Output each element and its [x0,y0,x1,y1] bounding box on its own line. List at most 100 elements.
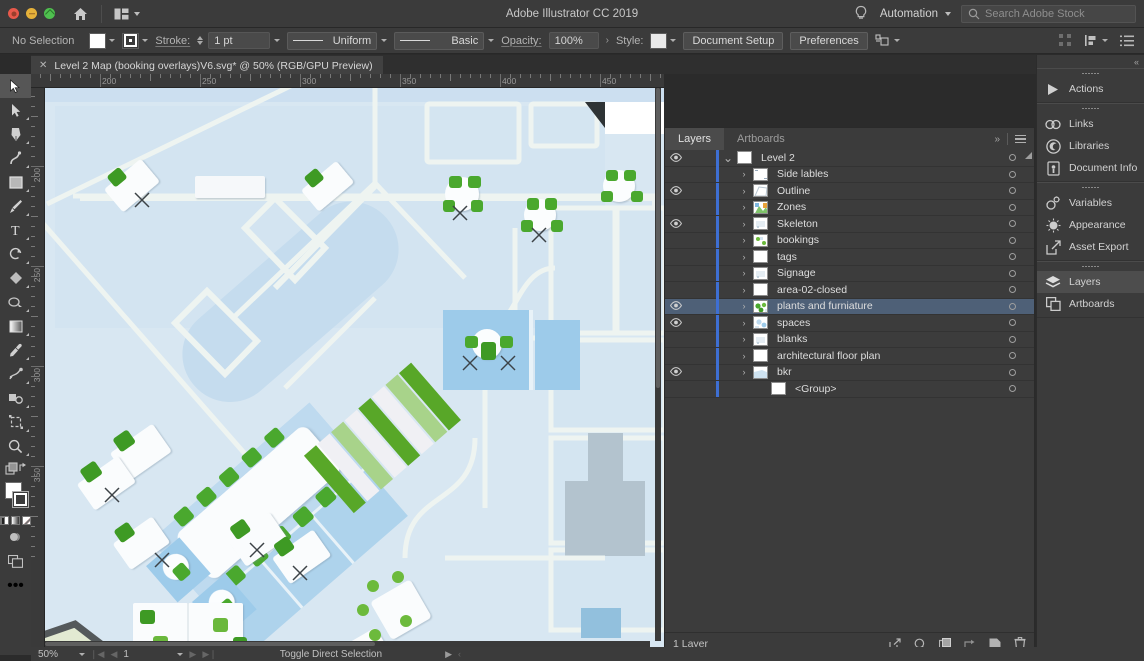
gradient-button[interactable] [11,516,20,525]
tab-layers[interactable]: Layers [665,128,724,150]
artboard-chevron-down-icon[interactable] [177,653,183,656]
maximize-window-button[interactable] [44,8,55,19]
collapse-panel-icon[interactable]: » [994,134,1000,145]
layer-name[interactable]: spaces [768,317,810,329]
dock-group-grip[interactable] [1037,183,1144,192]
shape-builder-tool[interactable] [0,266,31,290]
brush-definition-control[interactable]: Basic [394,32,494,50]
dock-item-layers[interactable]: Layers [1037,271,1144,293]
chevron-right-icon[interactable]: › [735,169,753,179]
layer-visibility-toggle[interactable] [665,150,687,167]
dock-item-links[interactable]: Links [1037,113,1144,135]
rotate-tool[interactable] [0,242,31,266]
layer-row[interactable]: › blanks [665,332,1034,349]
style-swatch[interactable] [650,33,667,49]
layer-name[interactable]: plants and furniature [768,300,873,312]
chevron-down-icon[interactable] [109,39,115,42]
fill-and-stroke-indicator[interactable] [0,480,31,514]
document-tab[interactable]: ✕ Level 2 Map (booking overlays)V6.svg* … [31,56,383,75]
dock-group-grip[interactable] [1037,104,1144,113]
chevron-right-icon[interactable]: › [735,367,753,377]
gradient-tool[interactable] [0,314,31,338]
canvas-area[interactable]: 150200250300350400450500550 150200250300… [31,74,664,655]
opacity-value[interactable]: 100% [549,32,599,49]
chevron-right-icon[interactable]: › [735,219,753,229]
close-icon[interactable]: ✕ [39,60,47,71]
layer-row[interactable]: ›plants and furniature [665,299,1034,316]
chevron-right-icon[interactable]: › [735,285,753,295]
chevron-down-icon[interactable] [142,39,148,42]
layer-row[interactable]: › tags [665,249,1034,266]
layer-row[interactable]: › spaces [665,315,1034,332]
next-artboard-icon[interactable]: ▶ [189,649,196,660]
chevron-right-icon[interactable]: › [735,252,753,262]
pen-tool[interactable] [0,122,31,146]
symbol-sprayer-tool[interactable] [0,362,31,386]
chevron-right-icon[interactable]: › [735,318,753,328]
stroke-color-control[interactable] [122,33,148,49]
search-adobe-stock-input[interactable]: Search Adobe Stock [961,5,1136,23]
dock-item-document-info[interactable]: Document Info [1037,157,1144,179]
layer-name[interactable]: tags [768,251,797,263]
layer-target-indicator[interactable] [1009,385,1016,392]
graphic-style-control[interactable] [650,33,676,49]
layer-target-indicator[interactable] [1009,220,1016,227]
dock-item-asset-export[interactable]: Asset Export [1037,236,1144,258]
layer-name[interactable]: Outline [768,185,810,197]
layer-row[interactable]: ⌄Level 2 [665,150,1034,167]
layer-name[interactable]: Signage [768,267,816,279]
window-controls[interactable] [0,8,55,19]
chevron-down-icon[interactable] [670,39,676,42]
layers-list[interactable]: ⌄Level 2 › Side lables › Outline ›Zones › Skele… [665,150,1034,632]
status-play-icon[interactable]: ▶ [445,649,452,660]
artboard-number[interactable]: 1 [123,649,171,660]
fill-color-control[interactable] [89,33,115,49]
panel-menu-icon[interactable] [1015,135,1026,144]
layer-name[interactable]: bkr [768,366,792,378]
layer-visibility-toggle[interactable] [665,182,687,200]
paintbrush-tool[interactable] [0,194,31,218]
layer-row[interactable]: ›Zones [665,200,1034,217]
opacity-options-chevron[interactable]: › [606,35,609,46]
previous-artboard-icon[interactable]: ◀ [110,649,117,660]
free-transform-tool[interactable] [0,290,31,314]
layer-target-indicator[interactable] [1009,369,1016,376]
chevron-down-icon[interactable] [488,39,494,42]
stroke-swatch[interactable] [122,33,139,49]
variable-width-profile[interactable]: Uniform [287,32,377,50]
color-button[interactable] [0,516,9,525]
chevron-down-icon[interactable] [274,39,280,42]
layer-name[interactable]: Side lables [768,168,828,180]
type-tool[interactable]: T [0,218,31,242]
lightbulb-icon[interactable] [854,5,870,23]
chevron-right-icon[interactable]: › [735,186,753,196]
column-graph-tool[interactable] [0,386,31,410]
eye-icon[interactable] [670,297,682,315]
layer-target-indicator[interactable] [1009,303,1016,310]
chevron-down-icon[interactable] [1102,39,1108,42]
none-button[interactable] [22,516,31,525]
dock-group-grip[interactable] [1037,69,1144,78]
curvature-tool[interactable] [0,146,31,170]
layer-visibility-toggle[interactable] [665,363,687,381]
layer-name[interactable]: Skeleton [768,218,818,230]
layer-name[interactable]: area-02-closed [768,284,847,296]
layer-name[interactable]: blanks [768,333,807,345]
stroke-stepper[interactable] [197,36,203,45]
eye-icon[interactable] [670,363,682,381]
color-mode-buttons[interactable] [0,514,31,525]
first-artboard-icon[interactable]: ❘◀ [90,649,104,660]
layer-row[interactable]: › Side lables [665,167,1034,184]
selection-tool[interactable] [0,74,31,98]
layer-row[interactable]: <Group> [665,381,1034,398]
eye-icon[interactable] [670,182,682,200]
dock-item-variables[interactable]: Variables [1037,192,1144,214]
status-back-icon[interactable]: ‹ [458,649,461,659]
zoom-level[interactable]: 50% [31,649,79,660]
dock-item-actions[interactable]: Actions [1037,78,1144,100]
eyedropper-tool[interactable] [0,338,31,362]
chevron-right-icon[interactable]: › [735,334,753,344]
tab-artboards[interactable]: Artboards [724,128,798,150]
last-artboard-icon[interactable]: ▶❘ [202,649,216,660]
layer-target-indicator[interactable] [1009,352,1016,359]
